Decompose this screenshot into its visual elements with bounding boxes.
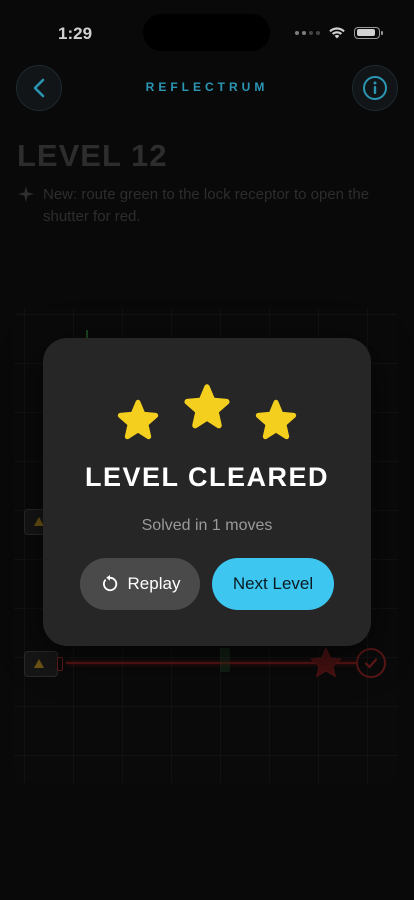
modal-subtitle: Solved in 1 moves [141,517,273,534]
next-level-label: Next Level [232,574,314,593]
star-icon [117,399,159,440]
replay-icon [102,575,117,592]
star-icon [184,384,230,429]
next-level-button[interactable]: Next Level [212,558,334,610]
star-icon [255,399,297,440]
replay-button[interactable]: Replay [80,558,200,610]
modal-title: LEVEL CLEARED [84,462,330,492]
replay-label: Replay [127,574,181,593]
